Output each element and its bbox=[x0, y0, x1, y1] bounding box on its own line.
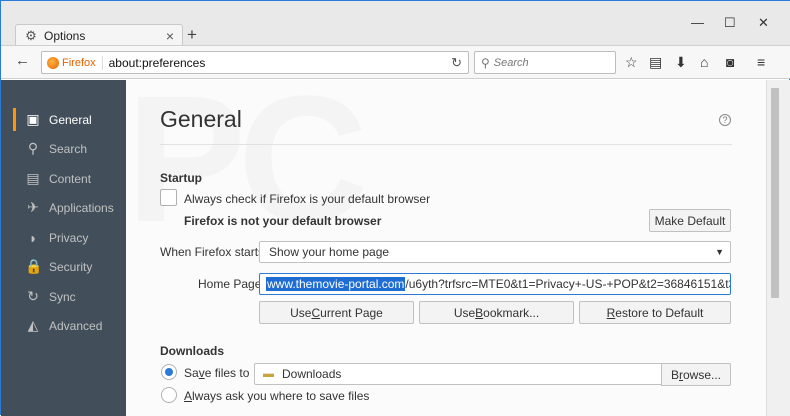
pocket-icon[interactable]: ◙ bbox=[726, 55, 734, 69]
firefox-logo-icon bbox=[47, 56, 59, 69]
save-files-label: Save files to bbox=[184, 366, 249, 380]
preferences-main: PC General ? Startup Always check if Fir… bbox=[126, 80, 766, 416]
sidebar-item-search[interactable]: ⚲ Search bbox=[1, 134, 126, 163]
back-arrow-icon[interactable]: ← bbox=[15, 52, 30, 69]
sidebar-item-content[interactable]: ▤ Content bbox=[1, 164, 126, 193]
bookmark-star-icon[interactable]: ☆ bbox=[625, 55, 638, 69]
sidebar-item-general[interactable]: ▣ General bbox=[1, 105, 126, 134]
always-ask-accesskey: A bbox=[184, 389, 193, 403]
gear-icon: ⚙ bbox=[25, 27, 37, 43]
sidebar-item-security[interactable]: 🔒 Security bbox=[1, 252, 126, 281]
search-input[interactable] bbox=[493, 56, 604, 69]
tab-close-icon[interactable]: × bbox=[166, 28, 174, 44]
tab-options[interactable]: ⚙ Options × bbox=[15, 24, 183, 46]
folder-icon: ▬ bbox=[263, 368, 274, 380]
home-icon[interactable]: ⌂ bbox=[700, 55, 708, 69]
sidebar-item-label: Applications bbox=[49, 200, 114, 215]
sidebar-item-privacy[interactable]: ◗ Privacy bbox=[1, 223, 126, 252]
advanced-wizard-icon: ◭ bbox=[27, 317, 39, 333]
home-page-selected-text: www.themovie-portal.com bbox=[266, 277, 406, 291]
url-separator bbox=[101, 55, 103, 70]
when-starts-label: When Firefox starts: bbox=[160, 245, 268, 259]
use-current-prefix: Use bbox=[290, 305, 312, 320]
general-icon: ▣ bbox=[26, 111, 40, 127]
use-bookmark-suffix: ookmark... bbox=[483, 305, 540, 320]
downloads-arrow-icon[interactable]: ⬇ bbox=[675, 55, 687, 69]
make-default-button[interactable]: Make Default bbox=[649, 209, 731, 232]
use-current-suffix: urrent Page bbox=[320, 305, 383, 320]
default-browser-checkbox[interactable] bbox=[160, 189, 177, 206]
save-files-radio[interactable] bbox=[161, 364, 177, 380]
browse-button[interactable]: Br owse... bbox=[661, 363, 731, 386]
use-bookmark-button[interactable]: Use Bookmark... bbox=[419, 301, 574, 324]
save-files-prefix: Sa bbox=[184, 366, 199, 380]
dropdown-caret-icon: ▼ bbox=[715, 247, 724, 257]
privacy-mask-icon: ◗ bbox=[28, 229, 38, 246]
sidebar-item-label: Advanced bbox=[49, 318, 103, 333]
home-page-input[interactable]: www.themovie-portal.com/u6yth?trfsrc=MTE… bbox=[259, 273, 731, 295]
tab-strip: ⚙ Options × + — ☐ ✕ bbox=[1, 1, 790, 46]
reading-list-icon[interactable]: ▤ bbox=[649, 55, 662, 69]
search-icon: ⚲ bbox=[481, 55, 490, 70]
when-starts-select[interactable]: Show your home page ▼ bbox=[259, 241, 731, 263]
page-title: General bbox=[160, 106, 242, 132]
sidebar-item-label: General bbox=[49, 112, 92, 127]
browse-prefix: B bbox=[670, 367, 679, 382]
when-starts-value: Show your home page bbox=[269, 245, 390, 259]
sidebar-item-label: Search bbox=[49, 141, 88, 156]
new-tab-button[interactable]: + bbox=[187, 26, 197, 43]
url-bar[interactable]: Firefox about:preferences ↻ bbox=[41, 51, 469, 74]
content-icon: ▤ bbox=[26, 170, 40, 186]
applications-icon: ✈ bbox=[27, 199, 39, 215]
scrollbar-thumb[interactable] bbox=[771, 88, 779, 298]
default-browser-check-label: Always check if Firefox is your default … bbox=[184, 192, 431, 206]
minimize-button[interactable]: — bbox=[691, 16, 704, 29]
search-bar[interactable]: ⚲ bbox=[474, 51, 616, 74]
close-window-button[interactable]: ✕ bbox=[758, 16, 769, 29]
use-current-accesskey: C bbox=[311, 305, 321, 320]
help-icon[interactable]: ? bbox=[719, 114, 731, 126]
restore-suffix: estore to Default bbox=[615, 305, 704, 320]
sidebar-item-label: Content bbox=[49, 171, 92, 186]
sidebar-item-applications[interactable]: ✈ Applications bbox=[1, 193, 126, 222]
menu-hamburger-icon[interactable]: ≡ bbox=[757, 55, 765, 69]
navigation-bar: ← Firefox about:preferences ↻ ⚲ ☆ ▤ ⬇ ⌂ … bbox=[1, 45, 790, 79]
sync-icon: ↻ bbox=[27, 288, 39, 304]
always-ask-label: Always ask you where to save files bbox=[184, 389, 369, 403]
download-folder-field[interactable]: ▬ Downloads bbox=[254, 363, 662, 385]
sidebar-item-label: Sync bbox=[49, 289, 76, 304]
startup-heading: Startup bbox=[160, 171, 202, 185]
sidebar-item-label: Privacy bbox=[49, 230, 89, 245]
search-icon: ⚲ bbox=[27, 140, 39, 156]
use-bookmark-accesskey: B bbox=[475, 305, 484, 320]
always-ask-radio[interactable] bbox=[161, 387, 177, 403]
always-ask-suffix: lways ask you where to save files bbox=[192, 389, 370, 403]
identity-label: Firefox bbox=[62, 56, 96, 69]
maximize-button[interactable]: ☐ bbox=[724, 16, 736, 29]
browse-suffix: owse... bbox=[683, 367, 722, 382]
sidebar-item-label: Security bbox=[49, 259, 93, 274]
url-text[interactable]: about:preferences bbox=[109, 56, 206, 70]
downloads-heading: Downloads bbox=[160, 344, 225, 358]
vertical-scrollbar[interactable] bbox=[766, 80, 790, 416]
title-divider bbox=[160, 144, 732, 145]
use-current-page-button[interactable]: Use Current Page bbox=[259, 301, 414, 324]
lock-icon: 🔒 bbox=[25, 258, 43, 274]
browser-window: ⚙ Options × + — ☐ ✕ ← Firefox about:pref… bbox=[0, 0, 790, 416]
tab-title: Options bbox=[44, 28, 86, 43]
sidebar-item-sync[interactable]: ↻ Sync bbox=[1, 282, 126, 311]
save-files-suffix: e files to bbox=[204, 366, 250, 380]
use-bookmark-prefix: Use bbox=[453, 305, 476, 320]
reload-icon[interactable]: ↻ bbox=[451, 55, 462, 71]
not-default-text: Firefox is not your default browser bbox=[184, 214, 382, 228]
home-page-rest-text: /u6yth?trfsrc=MTE0&t1=Privacy+-US-+POP&t… bbox=[405, 277, 731, 291]
restore-accesskey: R bbox=[606, 305, 616, 320]
home-page-label: Home Page: bbox=[198, 277, 265, 291]
download-folder-name: Downloads bbox=[282, 367, 342, 381]
restore-default-button[interactable]: Restore to Default bbox=[579, 301, 731, 324]
sidebar-item-advanced[interactable]: ◭ Advanced bbox=[1, 311, 126, 340]
